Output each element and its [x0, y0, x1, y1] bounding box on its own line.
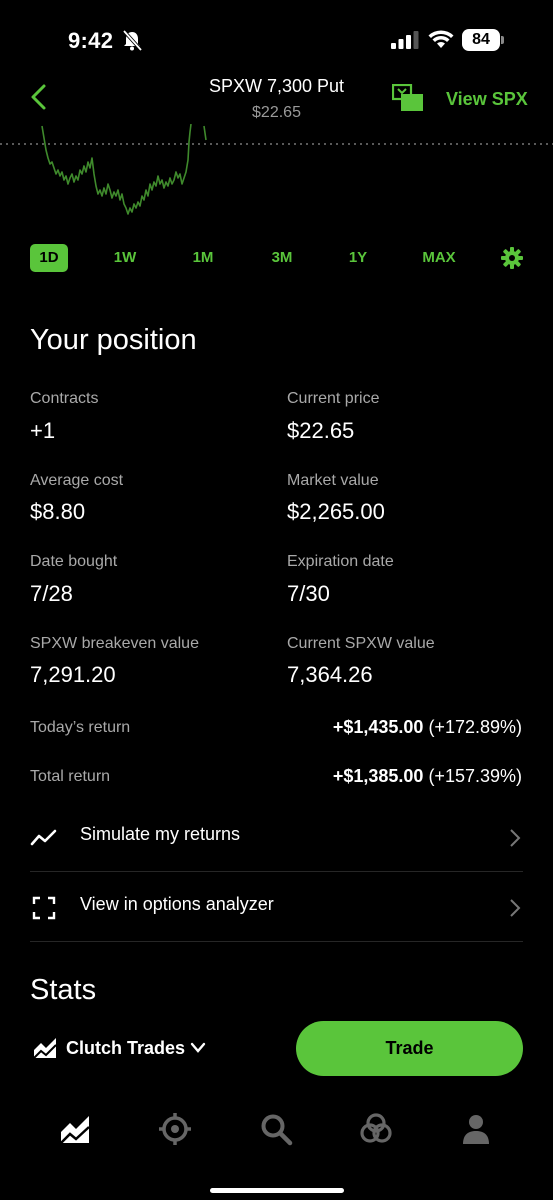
- stats-title: Stats: [30, 974, 97, 1006]
- stat-label-expiration-date: Expiration date: [287, 553, 394, 570]
- divider: [30, 871, 523, 872]
- price-line: [41, 124, 192, 215]
- options-analyzer-row[interactable]: View in options analyzer: [30, 874, 523, 940]
- stat-label-average-cost: Average cost: [30, 472, 124, 489]
- status-time: 9:42: [68, 28, 114, 53]
- portfolio-chart-icon: [33, 1038, 57, 1059]
- stat-label-current-spxw: Current SPXW value: [287, 635, 435, 652]
- stat-value-contracts: +1: [30, 418, 56, 443]
- range-tab-1w[interactable]: 1W: [106, 244, 144, 272]
- cellular-signal-icon: [391, 31, 419, 49]
- position-title: Your position: [30, 324, 197, 356]
- range-tabs: 1D 1W 1M 3M 1Y MAX: [0, 244, 553, 272]
- total-return-label: Total return: [30, 768, 111, 785]
- account-icon[interactable]: [459, 1112, 493, 1146]
- stat-value-date-bought: 7/28: [30, 581, 73, 606]
- todays-return-label: Today’s return: [30, 719, 131, 736]
- divider: [30, 941, 523, 942]
- stat-value-expiration-date: 7/30: [287, 581, 330, 606]
- todays-return-percent: (+172.89%): [428, 717, 522, 737]
- search-icon[interactable]: [259, 1112, 293, 1146]
- status-bar: 9:42 84: [0, 0, 553, 80]
- todays-return-value: +$1,435.00 (+172.89%): [333, 717, 522, 738]
- total-return-value: +$1,385.00 (+157.39%): [333, 766, 522, 787]
- stat-label-contracts: Contracts: [30, 390, 99, 407]
- range-tab-1m[interactable]: 1M: [184, 244, 222, 272]
- options-analyzer-label: View in options analyzer: [80, 894, 274, 914]
- simulate-returns-label: Simulate my returns: [80, 824, 241, 844]
- chevron-right-icon: [510, 899, 521, 917]
- crypto-icon[interactable]: [158, 1112, 192, 1146]
- stat-value-market-value: $2,265.00: [287, 499, 385, 524]
- stat-label-date-bought: Date bought: [30, 553, 118, 570]
- stat-value-average-cost: $8.80: [30, 499, 86, 524]
- battery-level: 84: [462, 29, 500, 51]
- stat-value-breakeven: 7,291.20: [30, 662, 116, 687]
- stat-value-current-spxw: 7,364.26: [287, 662, 373, 687]
- range-tab-1y[interactable]: 1Y: [339, 244, 377, 272]
- wifi-icon: [428, 30, 454, 48]
- total-return-amount: +$1,385.00: [332, 766, 424, 786]
- investing-icon[interactable]: [58, 1112, 92, 1146]
- price-chart[interactable]: [0, 124, 553, 224]
- chevron-right-icon: [510, 829, 521, 847]
- stat-value-current-price: $22.65: [287, 418, 355, 443]
- home-indicator: [210, 1188, 344, 1193]
- todays-return-amount: +$1,435.00: [332, 717, 424, 737]
- range-tab-max[interactable]: MAX: [417, 244, 461, 272]
- frame-corners-icon: [32, 896, 56, 920]
- battery-icon: 84: [462, 29, 504, 51]
- range-tab-1d[interactable]: 1D: [30, 244, 68, 272]
- chevron-down-icon: [190, 1042, 206, 1053]
- simulate-returns-row[interactable]: Simulate my returns: [30, 804, 523, 870]
- switch-screens-icon[interactable]: [392, 84, 424, 112]
- silent-bell-icon: [122, 30, 142, 52]
- trade-button[interactable]: Trade: [296, 1021, 523, 1076]
- trend-line-icon: [30, 829, 57, 846]
- gear-icon[interactable]: [501, 247, 523, 269]
- stat-label-breakeven: SPXW breakeven value: [30, 635, 199, 652]
- total-return-percent: (+157.39%): [428, 766, 522, 786]
- stat-label-market-value: Market value: [287, 472, 379, 489]
- tab-bar: [0, 1100, 553, 1160]
- network-icon[interactable]: [359, 1112, 393, 1146]
- view-spx-link[interactable]: View SPX: [446, 89, 528, 110]
- stat-label-current-price: Current price: [287, 390, 380, 407]
- range-tab-3m[interactable]: 3M: [262, 244, 302, 272]
- account-name: Clutch Trades: [66, 1038, 186, 1058]
